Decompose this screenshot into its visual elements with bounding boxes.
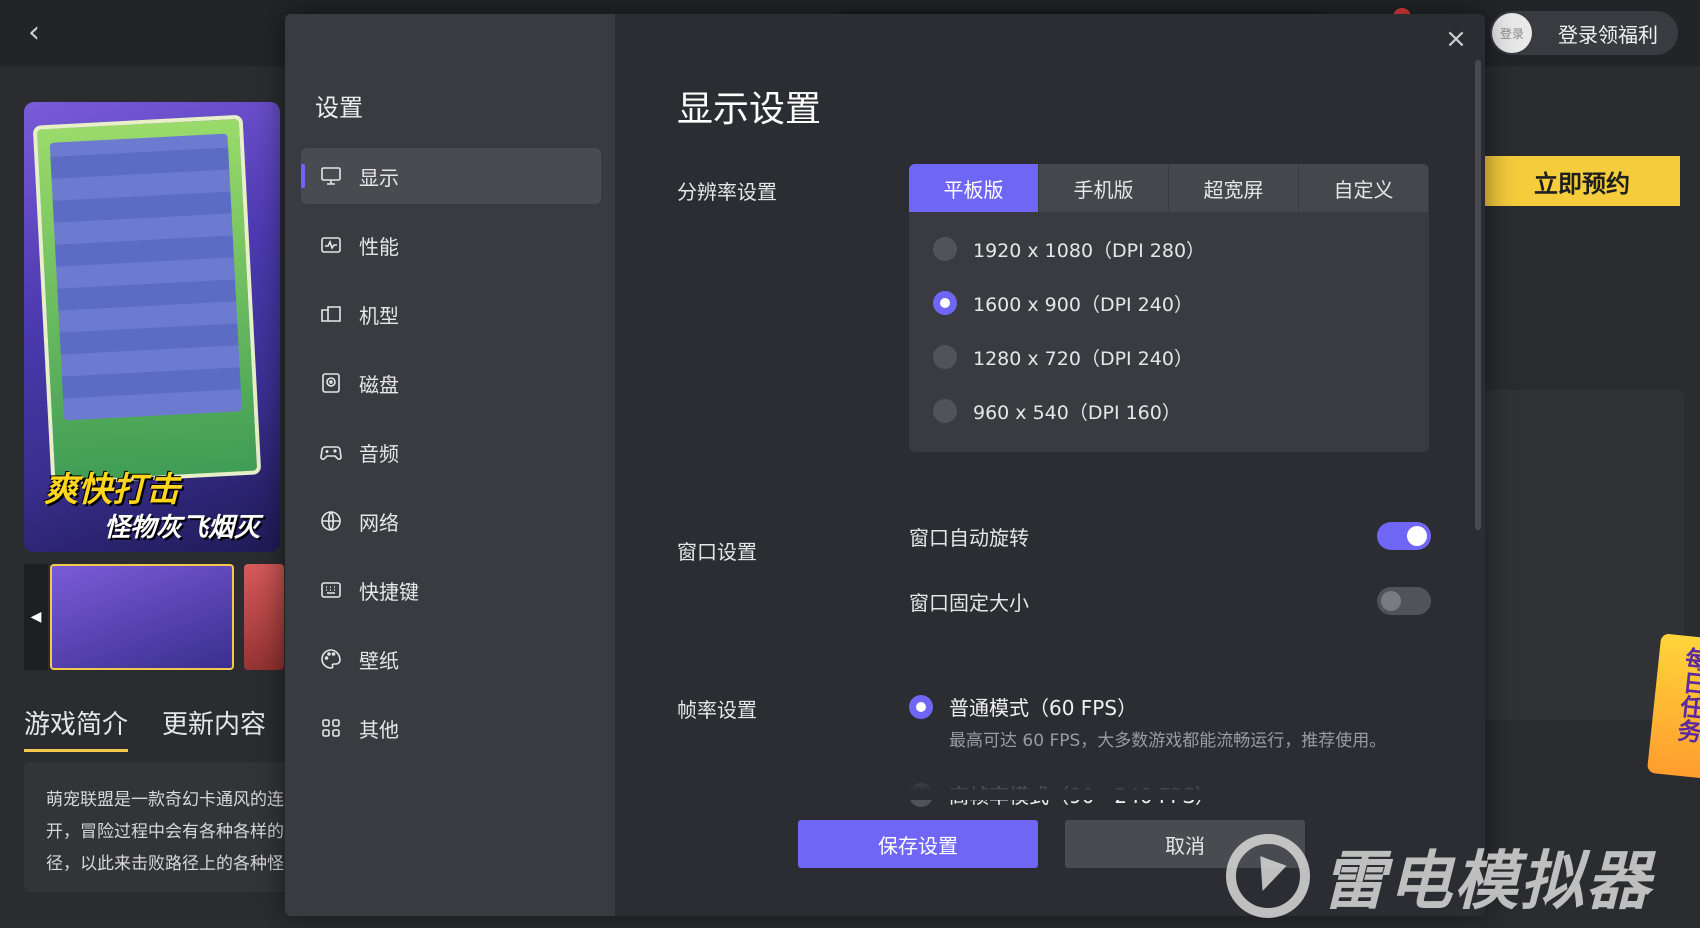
sidebar-item-label: 快捷键 [359, 579, 419, 604]
fixed-size-label: 窗口固定大小 [909, 590, 1029, 615]
resolution-option-960[interactable]: 960 x 540（DPI 160） [933, 384, 1429, 438]
screenshot-thumbnail[interactable] [244, 564, 284, 670]
scrollbar[interactable] [1475, 60, 1481, 530]
sidebar-item-label: 音频 [359, 441, 399, 466]
sidebar-item-label: 磁盘 [359, 372, 399, 397]
page-title: 显示设置 [677, 89, 822, 130]
resolution-option-label: 1920 x 1080（DPI 280） [973, 239, 1206, 262]
fps-settings-label: 帧率设置 [677, 698, 757, 722]
avatar: 登录 [1492, 13, 1532, 53]
watermark: 雷电模拟器 [1226, 830, 1652, 922]
sidebar-item-label: 其他 [359, 717, 399, 742]
fps-normal-description: 最高可达 60 FPS，大多数游戏都能流畅运行，推荐使用。 [949, 731, 1387, 751]
fixed-size-row: 窗口固定大小 [909, 584, 1431, 618]
auto-rotate-row: 窗口自动旋转 [909, 519, 1431, 553]
tab-ultrawide[interactable]: 超宽屏 [1169, 164, 1298, 212]
radio-button[interactable] [933, 237, 957, 261]
sidebar-item-label: 性能 [359, 234, 399, 259]
scroll-fade [905, 776, 1465, 800]
fps-normal-label: 普通模式（60 FPS） [949, 696, 1138, 720]
sidebar-item-other[interactable]: 其他 [301, 700, 601, 756]
auto-rotate-label: 窗口自动旋转 [909, 525, 1029, 550]
settings-dialog: 设置 显示 性能 机型 磁盘 音频 网络 快捷键 壁纸 其他 × 显示设置 分辨… [285, 14, 1485, 916]
device-icon [319, 302, 343, 326]
screenshot-thumbnail[interactable] [50, 564, 234, 670]
performance-icon [319, 233, 343, 257]
lightning-logo-icon [1226, 834, 1310, 918]
window-settings-label: 窗口设置 [677, 540, 757, 564]
watermark-text: 雷电模拟器 [1322, 845, 1652, 919]
grid-icon [319, 716, 343, 740]
game-info-tabs: 游戏简介 更新内容 [24, 704, 266, 752]
screenshot-carousel: ◀ [24, 564, 284, 670]
fps-normal-option[interactable]: 普通模式（60 FPS） [909, 692, 1137, 721]
tab-update-content[interactable]: 更新内容 [162, 704, 266, 752]
sidebar-item-audio[interactable]: 音频 [301, 424, 601, 480]
auto-rotate-toggle[interactable] [1377, 522, 1431, 550]
settings-nav: 显示 性能 机型 磁盘 音频 网络 快捷键 壁纸 其他 [301, 148, 601, 769]
gamepad-icon [319, 440, 343, 464]
radio-button[interactable] [933, 399, 957, 423]
tab-game-intro[interactable]: 游戏简介 [24, 704, 129, 752]
resolution-option-1920[interactable]: 1920 x 1080（DPI 280） [933, 222, 1429, 276]
tab-custom[interactable]: 自定义 [1299, 164, 1428, 212]
settings-sidebar: 设置 显示 性能 机型 磁盘 音频 网络 快捷键 壁纸 其他 [285, 14, 615, 916]
sidebar-item-performance[interactable]: 性能 [301, 217, 601, 273]
description-line: 开，冒险过程中会有各种各样的 [46, 822, 284, 842]
resolution-option-label: 1600 x 900（DPI 240） [973, 293, 1193, 316]
description-line: 径，以此来击败路径上的各种怪 [46, 854, 284, 874]
close-icon[interactable]: × [1441, 24, 1471, 54]
sidebar-item-disk[interactable]: 磁盘 [301, 355, 601, 411]
sidebar-item-label: 壁纸 [359, 648, 399, 673]
settings-title: 设置 [315, 94, 363, 122]
settings-content: × 显示设置 分辨率设置 平板版 手机版 超宽屏 自定义 1920 x 1080… [615, 14, 1485, 916]
game-cover-image: 爽快打击 怪物灰飞烟灭 [24, 102, 280, 552]
sidebar-item-label: 网络 [359, 510, 399, 535]
globe-icon [319, 509, 343, 533]
sidebar-item-label: 显示 [359, 165, 399, 190]
save-button[interactable]: 保存设置 [798, 820, 1038, 868]
resolution-option-label: 960 x 540（DPI 160） [973, 401, 1181, 424]
sidebar-item-label: 机型 [359, 303, 399, 328]
sidebar-item-display[interactable]: 显示 [301, 148, 601, 204]
resolution-label: 分辨率设置 [677, 180, 777, 204]
login-button[interactable]: 登录 登录领福利 [1490, 11, 1678, 55]
radio-button-selected[interactable] [909, 694, 933, 719]
resolution-panel: 平板版 手机版 超宽屏 自定义 1920 x 1080（DPI 280） 160… [909, 164, 1429, 452]
tab-phone[interactable]: 手机版 [1039, 164, 1168, 212]
monitor-icon [319, 164, 343, 188]
sidebar-item-wallpaper[interactable]: 壁纸 [301, 631, 601, 687]
description-line: 萌宠联盟是一款奇幻卡通风的连 [46, 790, 284, 810]
disk-icon [319, 371, 343, 395]
side-info-panel [1484, 390, 1684, 720]
radio-button-selected[interactable] [933, 291, 957, 315]
cover-title-1: 爽快打击 [44, 470, 180, 510]
login-label: 登录领福利 [1558, 22, 1658, 47]
fixed-size-toggle[interactable] [1377, 587, 1431, 615]
resolution-option-1280[interactable]: 1280 x 720（DPI 240） [933, 330, 1429, 384]
resolution-tabs: 平板版 手机版 超宽屏 自定义 [909, 164, 1429, 212]
reserve-button[interactable]: 立即预约 [1484, 156, 1680, 206]
carousel-prev-icon[interactable]: ◀ [24, 564, 48, 670]
sidebar-item-shortcuts[interactable]: 快捷键 [301, 562, 601, 618]
back-arrow-icon[interactable]: ‹ [28, 16, 56, 50]
resolution-option-label: 1280 x 720（DPI 240） [973, 347, 1193, 370]
resolution-options: 1920 x 1080（DPI 280） 1600 x 900（DPI 240）… [909, 212, 1429, 438]
palette-icon [319, 647, 343, 671]
sidebar-item-network[interactable]: 网络 [301, 493, 601, 549]
cover-title-2: 怪物灰飞烟灭 [104, 513, 261, 543]
keyboard-icon [319, 578, 343, 602]
tab-tablet[interactable]: 平板版 [909, 164, 1038, 212]
game-board-illustration [32, 114, 262, 486]
game-description: 萌宠联盟是一款奇幻卡通风的连 开，冒险过程中会有各种各样的 径，以此来击败路径上… [24, 762, 294, 892]
resolution-option-1600[interactable]: 1600 x 900（DPI 240） [933, 276, 1429, 330]
radio-button[interactable] [933, 345, 957, 369]
sidebar-item-device[interactable]: 机型 [301, 286, 601, 342]
